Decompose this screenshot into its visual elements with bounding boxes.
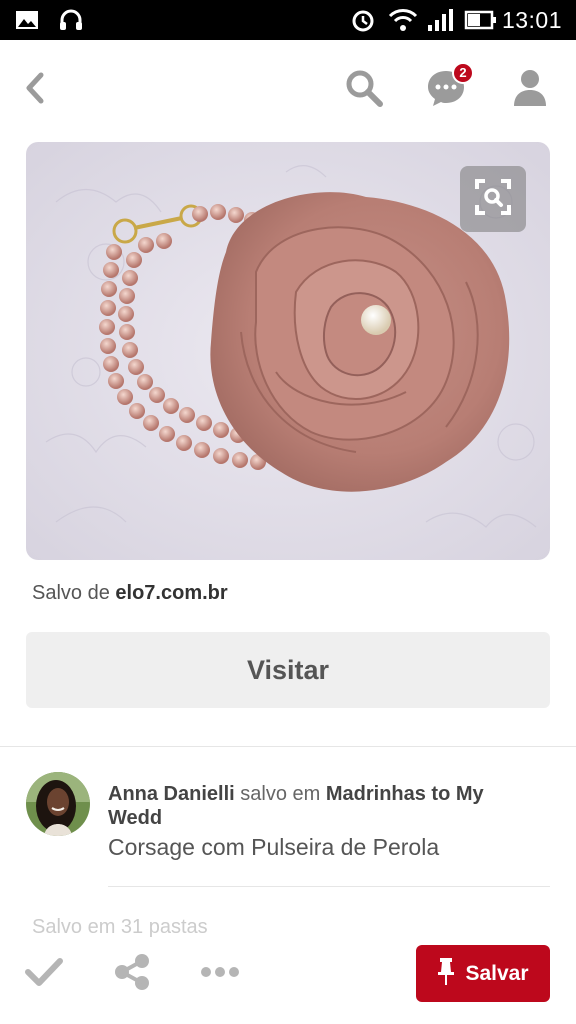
saved-from-prefix: Salvo de [32,582,110,604]
save-label: Salvar [465,961,529,985]
pin-description: Corsage com Pulseira de Perola [108,834,440,860]
more-button[interactable] [198,952,242,996]
visual-search-button[interactable] [460,166,526,232]
signal-icon [426,7,453,33]
pinner-line: Anna Danielli salvo em Madrinhas to My W… [108,782,528,830]
search-icon [344,68,384,113]
visit-button[interactable]: Visitar [26,632,550,708]
divider [0,746,576,747]
saves-count: Salvo em 31 pastas [32,916,208,938]
status-time: 13:01 [501,6,562,33]
share-icon [112,952,152,997]
back-icon [23,71,49,110]
pin-image[interactable] [26,142,550,560]
messages-icon: 2 [426,61,474,113]
pinner-name[interactable]: Anna Danielli [108,783,235,805]
divider [108,886,550,887]
tried-it-button[interactable] [22,952,66,996]
saved-from-source: Salvo de elo7.com.br [32,582,228,605]
pin-icon [437,956,455,992]
share-button[interactable] [110,952,154,996]
battery-icon [464,7,496,33]
profile-button[interactable] [508,68,552,112]
saved-from-domain[interactable]: elo7.com.br [115,582,227,604]
search-button[interactable] [342,68,386,112]
back-button[interactable] [14,68,58,112]
gallery-icon [14,7,40,33]
pinner-action: salvo em [240,783,321,805]
wifi-icon [388,7,418,33]
profile-icon [512,68,548,113]
check-icon [24,956,64,993]
headphones-icon [58,7,84,33]
more-icon [200,965,240,983]
visual-search-icon [473,177,513,222]
bottom-action-bar: Salvar [0,944,576,1024]
app-header: 2 [0,40,576,140]
save-button[interactable]: Salvar [416,945,550,1002]
avatar[interactable] [26,772,90,836]
notification-badge: 2 [452,61,474,84]
status-bar: 13:01 [0,0,576,40]
messages-button[interactable]: 2 [424,61,474,113]
alarm-icon [350,7,376,33]
